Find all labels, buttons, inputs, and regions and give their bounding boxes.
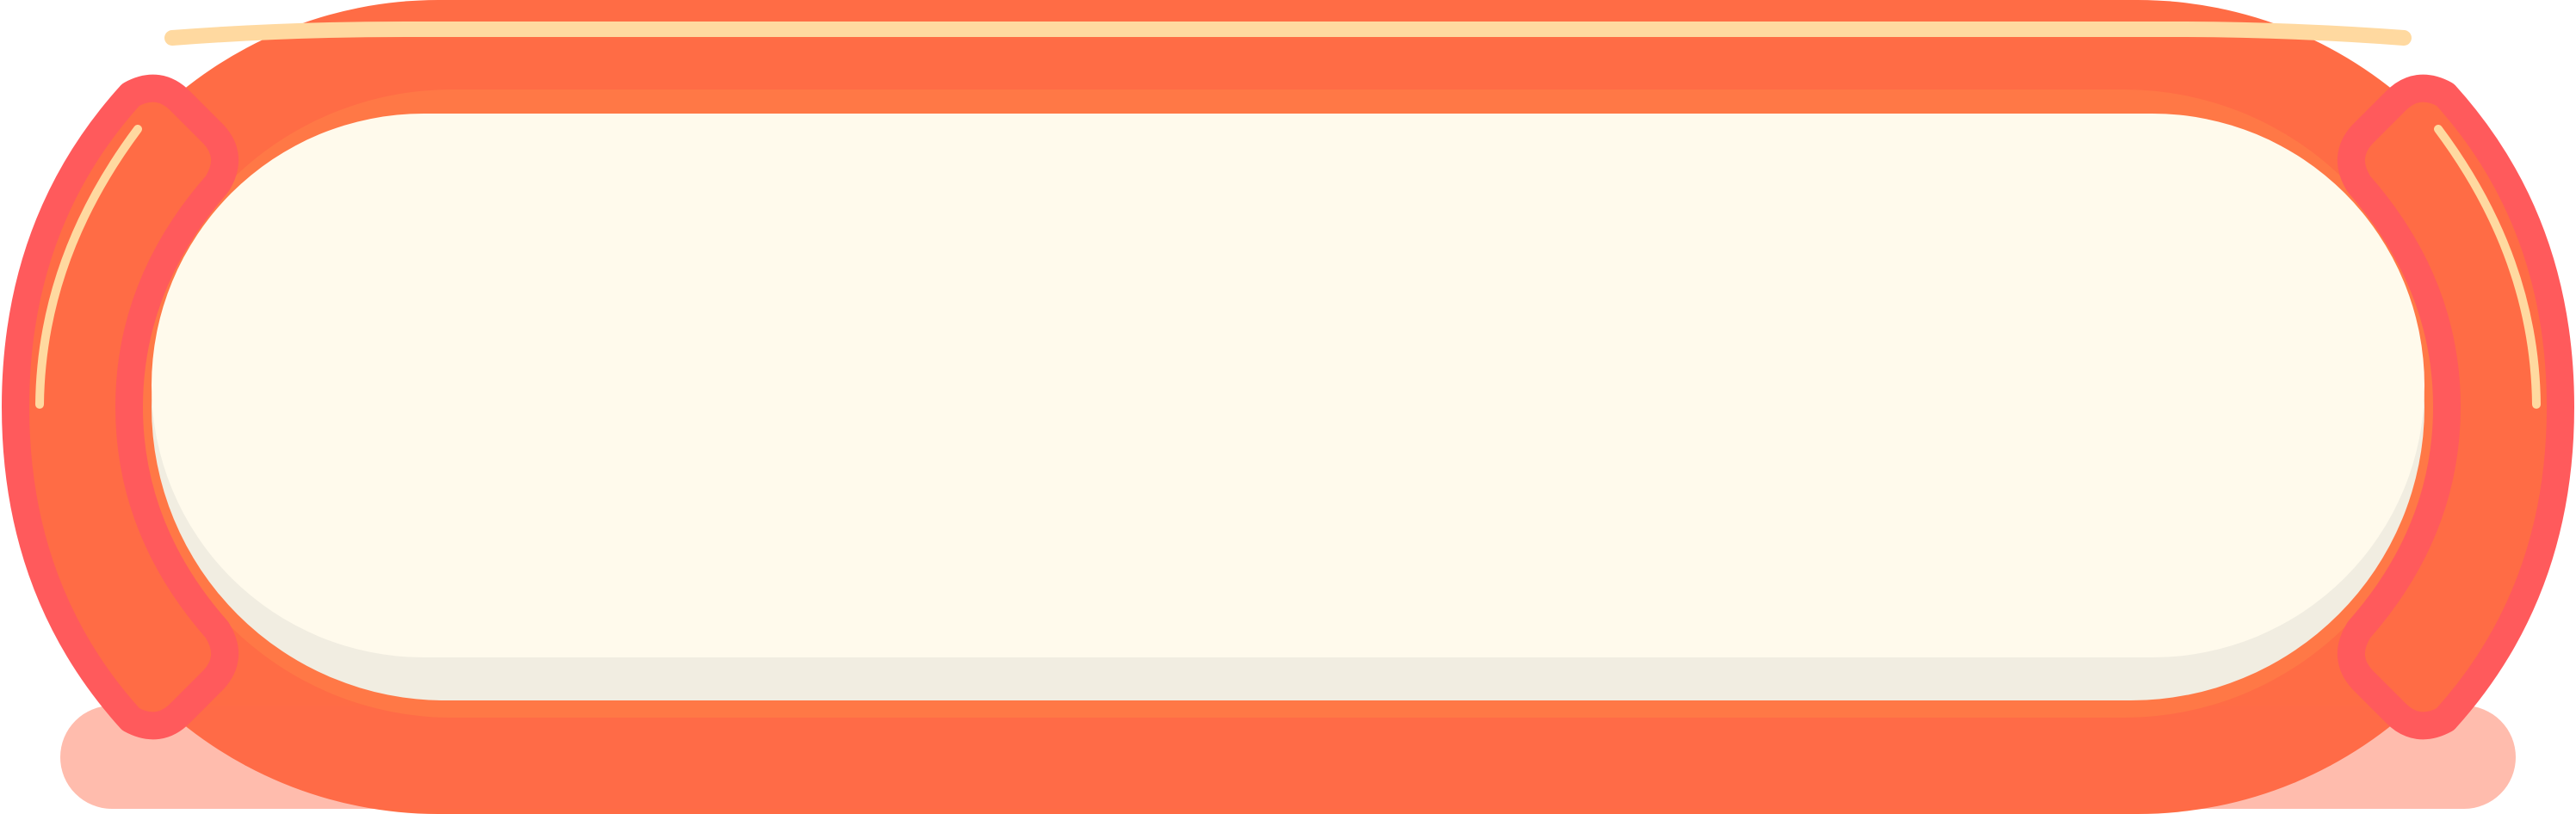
- button-label: [241, 327, 2335, 499]
- pill-button[interactable]: [0, 0, 2576, 814]
- outer-pill-lower-band: [60, 706, 2516, 809]
- top-highlight-line: [164, 22, 2412, 46]
